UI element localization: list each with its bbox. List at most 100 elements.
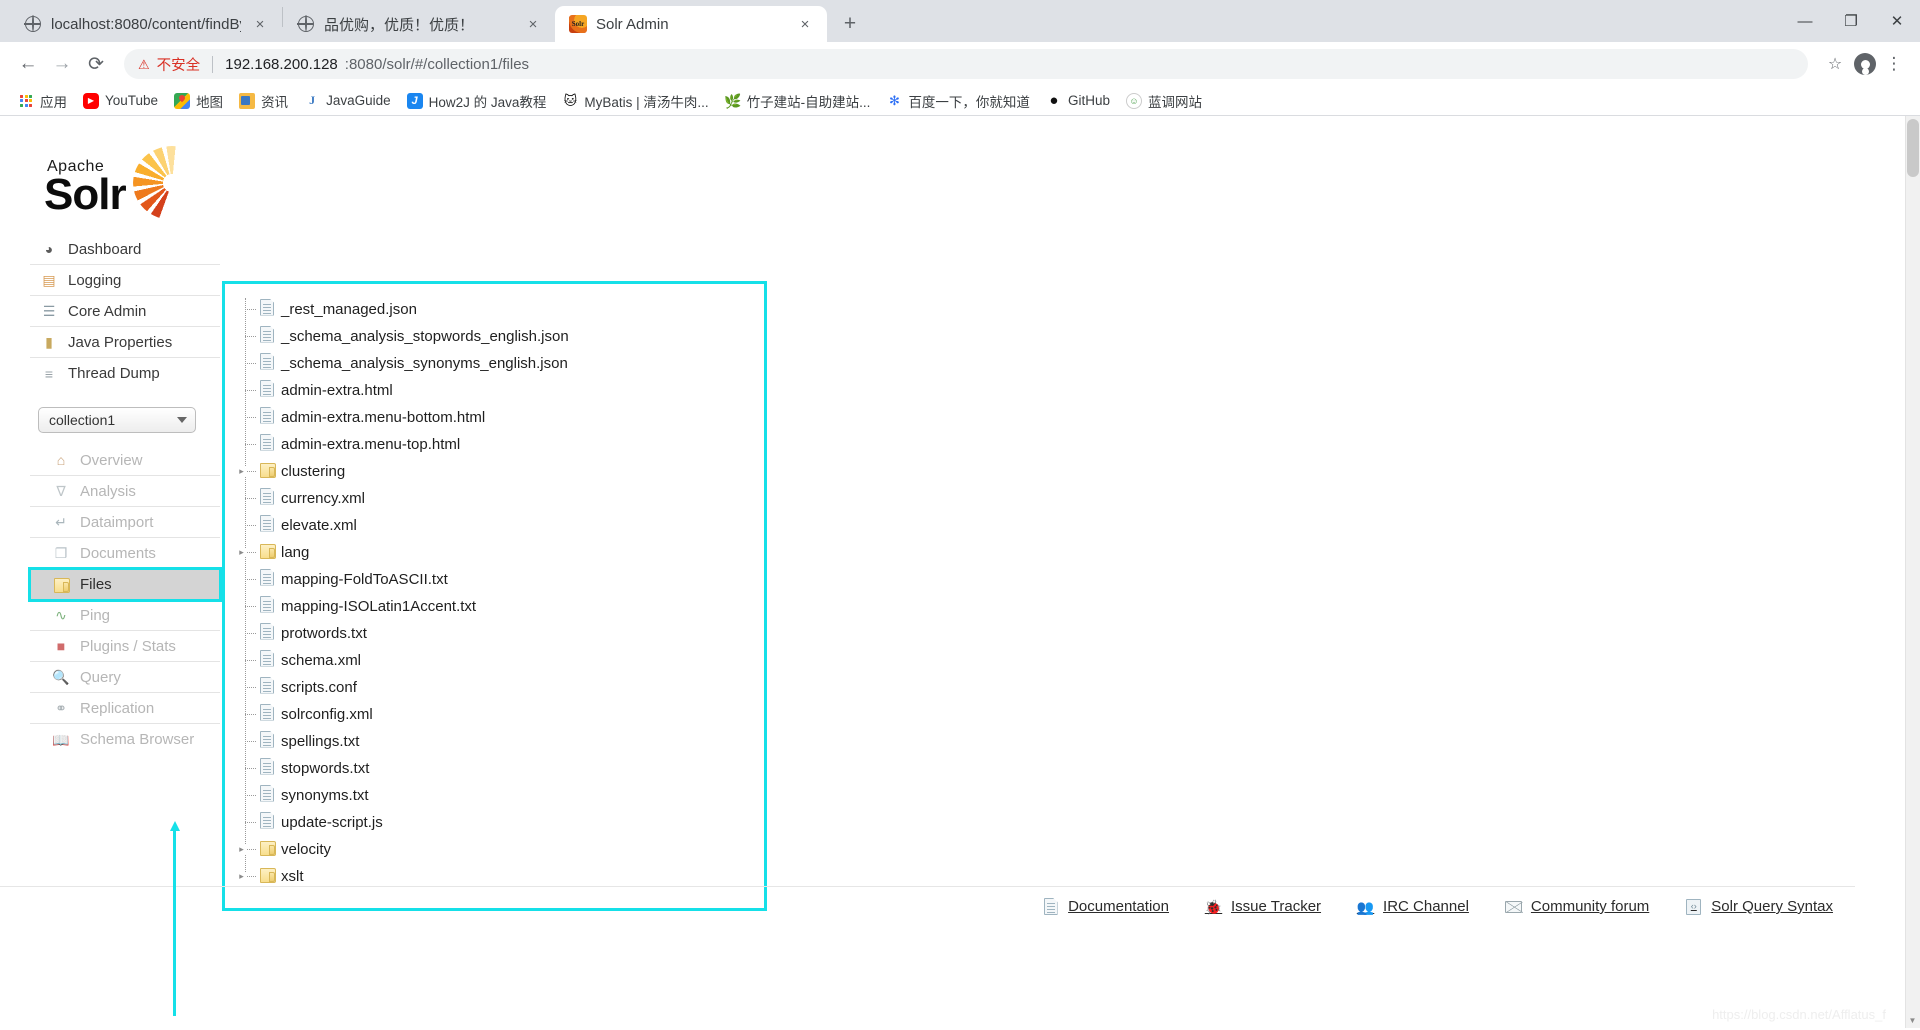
sidebar-item-overview[interactable]: ⌂ Overview bbox=[30, 445, 220, 476]
footer-link-community-forum[interactable]: Community forum bbox=[1504, 898, 1649, 915]
window-close-icon[interactable]: ✕ bbox=[1874, 0, 1920, 42]
file-tree-node[interactable]: synonyms.txt bbox=[239, 782, 764, 809]
bamboo-icon: 🌿 bbox=[724, 92, 741, 109]
back-icon[interactable]: ← bbox=[12, 48, 44, 80]
annotation-arrow bbox=[170, 821, 181, 1016]
file-tree-node[interactable]: _schema_analysis_synonyms_english.json bbox=[239, 350, 764, 377]
scroll-down-icon[interactable]: ▼ bbox=[1905, 1013, 1920, 1028]
bookmark-star-icon[interactable]: ☆ bbox=[1820, 49, 1850, 79]
sidebar-item-dashboard[interactable]: ◕ Dashboard bbox=[30, 234, 220, 265]
close-icon[interactable]: × bbox=[795, 14, 815, 34]
sidebar-item-ping[interactable]: ∿ Ping bbox=[30, 600, 220, 631]
file-tree-node-label: elevate.xml bbox=[281, 517, 357, 534]
file-tree-node[interactable]: stopwords.txt bbox=[239, 755, 764, 782]
close-icon[interactable]: × bbox=[523, 14, 543, 34]
sidebar-item-documents[interactable]: ❐ Documents bbox=[30, 538, 220, 569]
browser-tab-1[interactable]: localhost:8080/content/findBy × bbox=[10, 6, 282, 42]
footer-link-documentation[interactable]: Documentation bbox=[1042, 898, 1169, 915]
bookmark-news[interactable]: 资讯 bbox=[231, 89, 296, 113]
browser-menu-icon[interactable]: ⋮ bbox=[1880, 49, 1908, 79]
sidebar-item-dataimport[interactable]: ↵ Dataimport bbox=[30, 507, 220, 538]
youtube-icon: ▶ bbox=[83, 92, 99, 109]
file-tree-node[interactable]: admin-extra.menu-top.html bbox=[239, 431, 764, 458]
forward-icon[interactable]: → bbox=[46, 48, 78, 80]
file-tree-node[interactable]: admin-extra.menu-bottom.html bbox=[239, 404, 764, 431]
file-tree-node[interactable]: ▸ velocity bbox=[237, 836, 764, 863]
sidebar-item-label: Files bbox=[80, 575, 112, 593]
file-tree-node[interactable]: mapping-ISOLatin1Accent.txt bbox=[239, 593, 764, 620]
page-scrollbar[interactable]: ▲ ▼ bbox=[1905, 116, 1920, 1028]
sidebar-item-label: Dashboard bbox=[68, 240, 142, 258]
close-icon[interactable]: × bbox=[250, 14, 270, 34]
bookmark-javaguide[interactable]: J JavaGuide bbox=[296, 91, 399, 111]
expand-chevron-icon[interactable]: ▸ bbox=[237, 845, 246, 854]
file-tree-node[interactable]: _schema_analysis_stopwords_english.json bbox=[239, 323, 764, 350]
file-tree-node[interactable]: ▸ clustering bbox=[237, 458, 764, 485]
tree-connector bbox=[245, 687, 256, 688]
sidebar-item-java-properties[interactable]: ▮ Java Properties bbox=[30, 327, 220, 358]
sidebar-item-files[interactable]: Files bbox=[28, 567, 222, 602]
sidebar-item-replication[interactable]: ⚭ Replication bbox=[30, 693, 220, 724]
bookmark-maps[interactable]: 地图 bbox=[166, 89, 231, 113]
file-tree-node[interactable]: elevate.xml bbox=[239, 512, 764, 539]
bookmark-github[interactable]: ● GitHub bbox=[1038, 91, 1118, 111]
bookmark-apps[interactable]: 应用 bbox=[10, 89, 75, 113]
file-icon bbox=[260, 596, 274, 618]
footer-link-issue-tracker[interactable]: 🐞 Issue Tracker bbox=[1205, 898, 1321, 915]
sidebar-item-thread-dump[interactable]: ≡ Thread Dump bbox=[30, 358, 220, 389]
security-status-label[interactable]: 不安全 bbox=[157, 54, 201, 75]
solr-admin-app: Apache Solr ◕ Dashboard ▤ Logging ☰ Core… bbox=[0, 116, 1885, 1028]
file-tree-node[interactable]: update-script.js bbox=[239, 809, 764, 836]
file-tree-node[interactable]: schema.xml bbox=[239, 647, 764, 674]
footer-link-irc-channel[interactable]: 👥 IRC Channel bbox=[1357, 898, 1469, 915]
file-tree-node[interactable]: currency.xml bbox=[239, 485, 764, 512]
sidebar-item-core-admin[interactable]: ☰ Core Admin bbox=[30, 296, 220, 327]
file-tree-node[interactable]: _rest_managed.json bbox=[239, 296, 764, 323]
file-tree-node[interactable]: solrconfig.xml bbox=[239, 701, 764, 728]
schema-browser-book-icon: 📖 bbox=[52, 731, 70, 748]
code-tag-icon: ‹› bbox=[1685, 898, 1702, 915]
file-tree-node[interactable]: mapping-FoldToASCII.txt bbox=[239, 566, 764, 593]
file-tree-node-label: spellings.txt bbox=[281, 733, 360, 750]
bookmark-youtube[interactable]: ▶ YouTube bbox=[75, 91, 166, 111]
expand-chevron-icon[interactable]: ▸ bbox=[237, 467, 246, 476]
bookmark-mybatis[interactable]: 🐱 MyBatis | 清汤牛肉... bbox=[554, 89, 716, 113]
apache-solr-logo[interactable]: Apache Solr bbox=[42, 146, 211, 220]
minimize-icon[interactable]: — bbox=[1782, 0, 1828, 42]
file-tree-node[interactable]: protwords.txt bbox=[239, 620, 764, 647]
file-icon bbox=[260, 299, 274, 321]
file-tree-node[interactable]: spellings.txt bbox=[239, 728, 764, 755]
sidebar-item-query[interactable]: 🔍 Query bbox=[30, 662, 220, 693]
browser-tab-3[interactable]: Solr Solr Admin × bbox=[555, 6, 827, 42]
file-tree-node-label: lang bbox=[281, 544, 310, 561]
browser-tab-2[interactable]: 品优购，优质！优质！ × bbox=[283, 6, 555, 42]
footer-link-solr-query-syntax[interactable]: ‹› Solr Query Syntax bbox=[1685, 898, 1833, 915]
address-bar[interactable]: ⚠ 不安全 192.168.200.128:8080/solr/#/collec… bbox=[124, 49, 1808, 79]
expand-chevron-icon[interactable]: ▸ bbox=[237, 872, 246, 881]
file-tree-node[interactable]: admin-extra.html bbox=[239, 377, 764, 404]
sidebar-item-analysis[interactable]: ∇ Analysis bbox=[30, 476, 220, 507]
reload-icon[interactable]: ⟳ bbox=[80, 48, 112, 80]
expand-chevron-icon[interactable]: ▸ bbox=[237, 548, 246, 557]
bookmark-baidu[interactable]: ✻ 百度一下，你就知道 bbox=[878, 89, 1038, 113]
new-tab-button[interactable]: + bbox=[835, 9, 865, 39]
core-selector[interactable]: collection1 bbox=[38, 407, 196, 433]
file-tree-node-label: _rest_managed.json bbox=[281, 301, 417, 318]
maximize-icon[interactable]: ❐ bbox=[1828, 0, 1874, 42]
file-tree-node[interactable]: ▸ lang bbox=[237, 539, 764, 566]
sidebar-item-label: Core Admin bbox=[68, 302, 147, 320]
bookmark-bamboo[interactable]: 🌿 竹子建站-自助建站... bbox=[717, 89, 879, 113]
file-icon bbox=[260, 785, 274, 807]
scrollbar-thumb[interactable] bbox=[1907, 119, 1919, 177]
overview-home-icon: ⌂ bbox=[56, 452, 66, 468]
sidebar-item-label: Java Properties bbox=[68, 333, 173, 351]
tree-connector bbox=[245, 498, 256, 499]
sidebar-item-logging[interactable]: ▤ Logging bbox=[30, 265, 220, 296]
avatar[interactable] bbox=[1854, 53, 1876, 75]
bookmark-label: 百度一下，你就知道 bbox=[908, 94, 1030, 110]
bookmark-lantiao[interactable]: ☺ 蓝调网站 bbox=[1118, 89, 1210, 113]
bookmark-how2j[interactable]: J How2J 的 Java教程 bbox=[399, 89, 555, 113]
sidebar-item-plugins-stats[interactable]: ■ Plugins / Stats bbox=[30, 631, 220, 662]
file-tree-node[interactable]: scripts.conf bbox=[239, 674, 764, 701]
sidebar-item-schema-browser[interactable]: 📖 Schema Browser bbox=[30, 724, 220, 755]
